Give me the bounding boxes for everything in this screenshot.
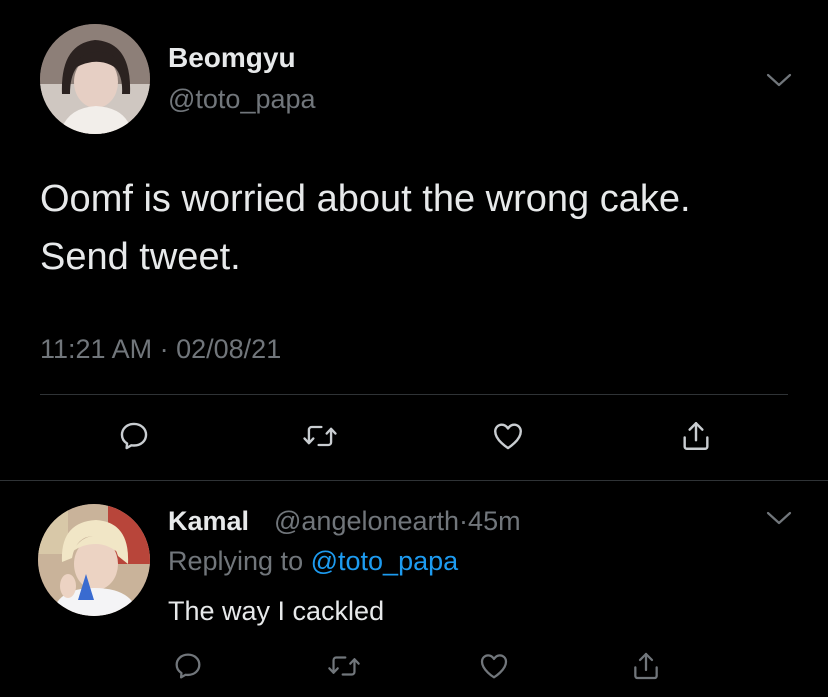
author-handle[interactable]: @toto_papa xyxy=(168,84,316,115)
tweet-text: Oomf is worried about the wrong cake. Se… xyxy=(40,170,810,286)
tweet-time: 11:21 AM xyxy=(40,334,153,364)
author-name[interactable]: Beomgyu xyxy=(168,42,296,74)
divider xyxy=(40,394,788,395)
like-button[interactable] xyxy=(486,414,530,458)
reply-author-name[interactable]: Kamal xyxy=(168,506,249,537)
like-button[interactable] xyxy=(472,644,516,688)
tweet-text-line: Send tweet. xyxy=(40,236,241,278)
reply-age[interactable]: 45m xyxy=(468,506,521,536)
avatar-image xyxy=(40,24,150,134)
retweet-icon xyxy=(303,425,337,447)
chevron-down-icon[interactable] xyxy=(764,508,794,528)
heart-icon xyxy=(480,654,508,679)
reply-author-handle[interactable]: @angelonearth xyxy=(274,506,459,536)
retweet-button[interactable] xyxy=(322,644,366,688)
separator-dot: · xyxy=(159,334,169,364)
share-button[interactable] xyxy=(624,644,668,688)
tweet-timestamp[interactable]: 11:21 AM · 02/08/21 xyxy=(40,334,281,365)
share-button[interactable] xyxy=(674,414,718,458)
retweet-button[interactable] xyxy=(298,414,342,458)
replying-to-link[interactable]: @toto_papa xyxy=(311,546,459,576)
separator-dot: · xyxy=(459,506,469,536)
tweet-text-line: Oomf is worried about the wrong cake. xyxy=(40,178,691,220)
reply-text: The way I cackled xyxy=(168,596,385,626)
retweet-icon xyxy=(328,656,360,676)
replying-to-label: Replying to xyxy=(168,546,304,576)
heart-icon xyxy=(494,423,522,450)
reply-icon xyxy=(120,422,148,450)
replying-to: Replying to @toto_papa xyxy=(168,546,458,577)
reply-button[interactable] xyxy=(166,644,210,688)
reply-button[interactable] xyxy=(112,414,156,458)
avatar[interactable] xyxy=(38,504,150,616)
avatar-image xyxy=(38,504,150,616)
avatar[interactable] xyxy=(40,24,150,134)
reply-meta: @angelonearth·45m xyxy=(274,506,521,537)
reply-icon xyxy=(175,653,201,679)
main-tweet: Beomgyu @toto_papa Oomf is worried about… xyxy=(0,0,828,480)
tweet-date: 02/08/21 xyxy=(176,334,282,364)
chevron-down-icon[interactable] xyxy=(764,70,794,90)
share-icon xyxy=(634,652,658,680)
share-icon xyxy=(683,422,709,450)
